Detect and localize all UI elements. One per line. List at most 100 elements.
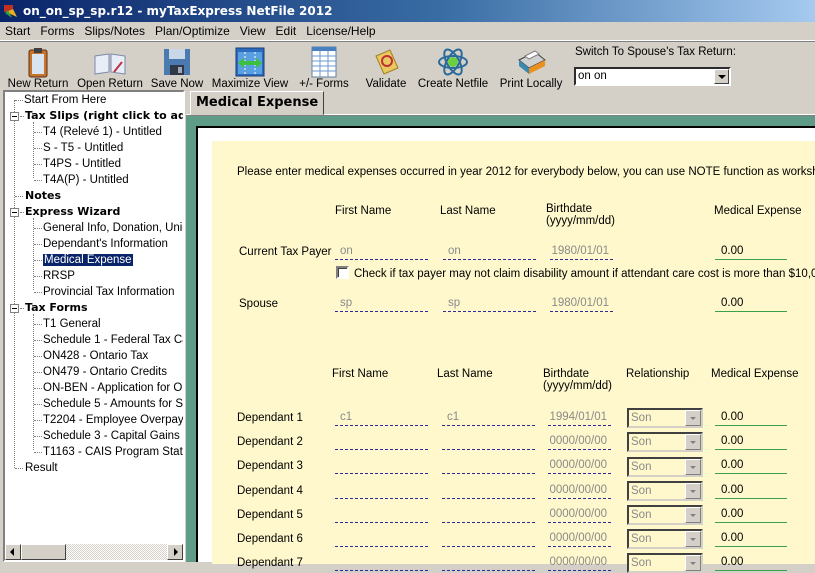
maximize-view-button[interactable]: Maximize View (212, 43, 288, 90)
dependant-birthdate-field[interactable]: 0000/00/00 (548, 435, 611, 450)
scrollbar-thumb[interactable] (21, 544, 66, 560)
menu-edit[interactable]: Edit (271, 24, 302, 38)
dependant-last-name-field[interactable]: c1 (442, 411, 535, 426)
spouse-medical-expense-field[interactable]: 0.00 (715, 297, 787, 312)
collapse-icon[interactable] (10, 208, 19, 217)
dependant-relationship-select[interactable]: Son (627, 457, 703, 477)
tree-item-form[interactable]: ON428 - Ontario Tax (43, 349, 148, 363)
dependant-birthdate-field[interactable]: 0000/00/00 (548, 484, 611, 499)
tree-item-slip[interactable]: T4PS - Untitled (43, 157, 121, 171)
attendant-care-checkbox[interactable] (336, 266, 349, 279)
dependant-medical-expense-field[interactable]: 0.00 (715, 435, 787, 450)
chevron-down-icon[interactable] (685, 555, 701, 571)
tree-item-form[interactable]: T1163 - CAIS Program Stater (43, 445, 183, 459)
chevron-down-icon[interactable] (685, 531, 701, 547)
dependant-birthdate-field[interactable]: 0000/00/00 (548, 459, 611, 474)
dependant-first-name-field[interactable] (335, 484, 428, 499)
chevron-down-icon[interactable] (685, 507, 701, 523)
dependant-relationship-select[interactable]: Son (627, 408, 703, 428)
dependant-last-name-field[interactable] (442, 435, 535, 450)
tree-item-form[interactable]: Schedule 1 - Federal Tax Calc (43, 333, 183, 347)
dependant-relationship-select[interactable]: Son (627, 553, 703, 573)
dependant-relationship-select[interactable]: Son (627, 505, 703, 525)
dependant-medical-expense-field[interactable]: 0.00 (715, 508, 787, 523)
dependant-birthdate-field[interactable]: 0000/00/00 (548, 532, 611, 547)
tree-item-form[interactable]: Schedule 3 - Capital Gains (or (43, 429, 183, 443)
save-now-button[interactable]: Save Now (151, 43, 203, 90)
tree-item-start[interactable]: Start From Here (24, 93, 106, 107)
tree-item-form[interactable]: ON-BEN - Application for Ont (43, 381, 183, 395)
tree-item-wizard[interactable]: General Info, Donation, Unior (43, 221, 183, 235)
horizontal-scrollbar[interactable] (5, 544, 183, 560)
dependant-first-name-field[interactable]: c1 (335, 411, 428, 426)
dependant-birthdate-field[interactable]: 1994/01/01 (548, 411, 611, 426)
dependant-first-name-field[interactable] (335, 532, 428, 547)
dependant-first-name-field[interactable] (335, 435, 428, 450)
dependant-last-name-field[interactable] (442, 484, 535, 499)
tree-item-tax-slips[interactable]: Tax Slips (right click to add t (25, 109, 183, 123)
taxpayer-last-name-field[interactable]: on (443, 245, 536, 260)
dependant-medical-expense-field[interactable]: 0.00 (715, 556, 787, 571)
create-netfile-button[interactable]: Create Netfile (418, 43, 488, 90)
dependant-last-name-field[interactable] (442, 556, 535, 571)
spouse-last-name-field[interactable]: sp (443, 297, 536, 312)
chevron-down-icon[interactable] (685, 483, 701, 499)
tree-item-wizard[interactable]: RRSP (43, 269, 75, 283)
print-locally-button[interactable]: Print Locally (500, 43, 562, 90)
tree-item-form[interactable]: T2204 - Employee Overpaym (43, 413, 183, 427)
scroll-left-icon[interactable] (5, 544, 21, 560)
dependant-last-name-field[interactable] (442, 532, 535, 547)
chevron-down-icon[interactable] (685, 434, 701, 450)
open-return-button[interactable]: Open Return (77, 43, 143, 90)
spouse-first-name-field[interactable]: sp (335, 297, 428, 312)
dependant-birthdate-field[interactable]: 0000/00/00 (548, 556, 611, 571)
dependant-medical-expense-field[interactable]: 0.00 (715, 411, 787, 426)
menu-view[interactable]: View (235, 24, 271, 38)
validate-button[interactable]: Validate (364, 43, 408, 90)
chevron-down-icon[interactable] (685, 410, 701, 426)
new-return-button[interactable]: New Return (8, 43, 68, 90)
menu-start[interactable]: Start (0, 24, 35, 38)
tree-item-notes[interactable]: Notes (25, 189, 61, 203)
chevron-down-icon[interactable] (685, 459, 701, 475)
dependant-birthdate-field[interactable]: 0000/00/00 (548, 508, 611, 523)
menu-forms[interactable]: Forms (35, 24, 79, 38)
dependant-medical-expense-field[interactable]: 0.00 (715, 459, 787, 474)
tree-item-tax-forms[interactable]: Tax Forms (25, 301, 88, 315)
spouse-birthdate-field[interactable]: 1980/01/01 (550, 297, 613, 312)
tree-item-wizard[interactable]: Dependant's Information (43, 237, 168, 251)
tree-item-medical-expense[interactable]: Medical Expense (42, 253, 134, 267)
menu-slips-notes[interactable]: Slips/Notes (79, 24, 150, 38)
switch-spouse-select[interactable]: on on (574, 67, 731, 86)
tree-item-slip[interactable]: S - T5 - Untitled (43, 141, 123, 155)
tree-item-express-wizard[interactable]: Express Wizard (25, 205, 120, 219)
collapse-icon[interactable] (10, 304, 19, 313)
dependant-relationship-select[interactable]: Son (627, 481, 703, 501)
add-remove-forms-button[interactable]: +/- Forms (296, 43, 352, 90)
tree-item-slip[interactable]: T4 (Relevé 1) - Untitled (43, 125, 162, 139)
chevron-down-icon[interactable] (714, 69, 729, 84)
tree-item-slip[interactable]: T4A(P) - Untitled (43, 173, 129, 187)
dependant-relationship-select[interactable]: Son (627, 432, 703, 452)
menu-license-help[interactable]: License/Help (301, 24, 380, 38)
menu-plan-optimize[interactable]: Plan/Optimize (150, 24, 235, 38)
collapse-icon[interactable] (10, 112, 19, 121)
dependant-last-name-field[interactable] (442, 459, 535, 474)
dependant-first-name-field[interactable] (335, 459, 428, 474)
taxpayer-medical-expense-field[interactable]: 0.00 (715, 245, 787, 260)
dependant-last-name-field[interactable] (442, 508, 535, 523)
dependant-first-name-field[interactable] (335, 556, 428, 571)
dependant-medical-expense-field[interactable]: 0.00 (715, 532, 787, 547)
dependant-first-name-field[interactable] (335, 508, 428, 523)
tree-item-wizard[interactable]: Provincial Tax Information (43, 285, 174, 299)
dependant-medical-expense-field[interactable]: 0.00 (715, 484, 787, 499)
taxpayer-first-name-field[interactable]: on (335, 245, 428, 260)
taxpayer-birthdate-field[interactable]: 1980/01/01 (550, 245, 613, 260)
tree-item-form[interactable]: ON479 - Ontario Credits (43, 365, 167, 379)
tree-item-result[interactable]: Result (25, 461, 58, 475)
dependant-relationship-select[interactable]: Son (627, 529, 703, 549)
tree-item-form[interactable]: Schedule 5 - Amounts for Spo (43, 397, 183, 411)
tab-medical-expense[interactable]: Medical Expense (190, 91, 325, 115)
tree-item-form[interactable]: T1 General (43, 317, 101, 331)
scroll-right-icon[interactable] (167, 544, 183, 560)
